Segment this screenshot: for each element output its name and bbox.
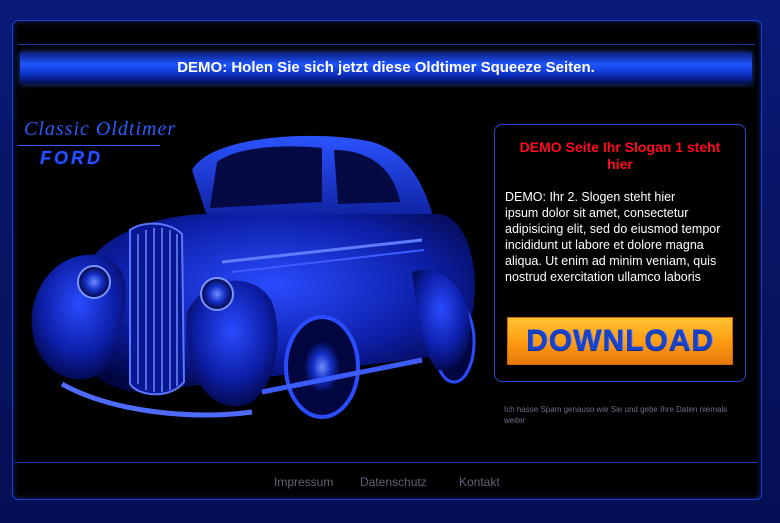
footer-link-kontakt[interactable]: Kontakt [459,475,500,489]
vintage-car-illustration [31,135,476,419]
panel-subslogan: DEMO: Ihr 2. Slogen steht hier [505,190,676,204]
footer-link-datenschutz[interactable]: Datenschutz [360,475,427,489]
footer-link-impressum[interactable]: Impressum [274,475,333,489]
download-button[interactable]: DOWNLOAD [507,317,733,365]
offer-panel: DEMO Seite Ihr Slogan 1 steht hier DEMO:… [494,124,746,382]
spam-disclaimer: Ich hasse Spam genauso wie Sie und gebe … [504,405,728,425]
top-banner: DEMO: Holen Sie sich jetzt diese Oldtime… [20,52,752,84]
slogan-headline: DEMO Seite Ihr Slogan 1 steht hier [519,139,721,172]
panel-body-text: ipsum dolor sit amet, consectetur adipis… [505,206,721,284]
banner-divider [18,44,755,45]
panel-body: DEMO: Ihr 2. Slogen steht hier ipsum dol… [505,189,735,285]
footer-divider [14,462,758,463]
